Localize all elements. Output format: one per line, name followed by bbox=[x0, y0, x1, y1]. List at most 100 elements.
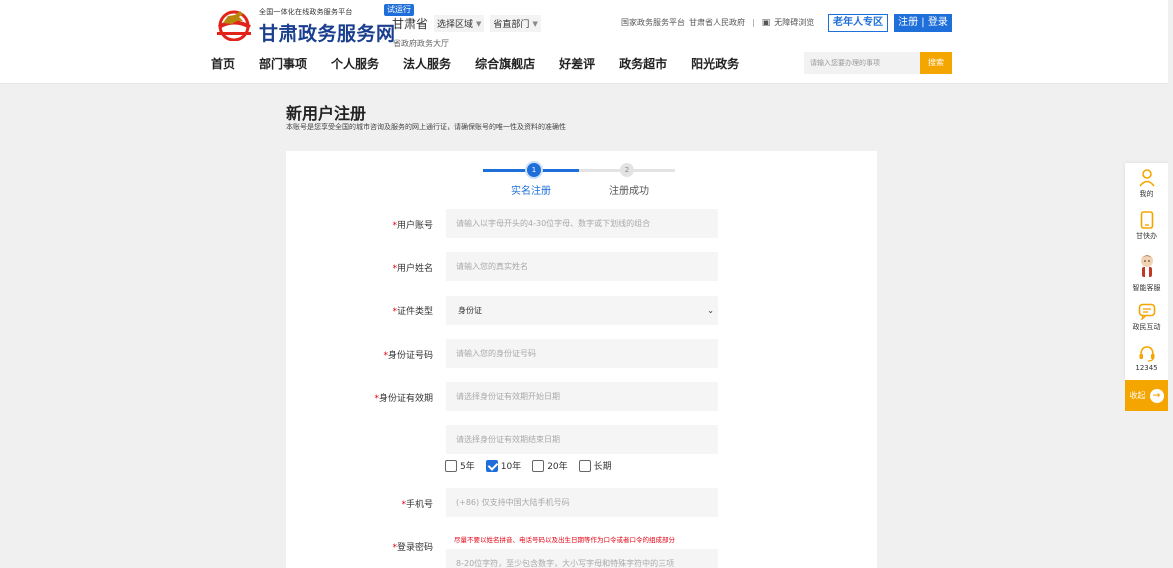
sidebar-item-hotline[interactable]: 12345 bbox=[1125, 345, 1168, 372]
password-input[interactable] bbox=[446, 549, 718, 568]
accessibility-link[interactable]: 无障碍浏览 bbox=[774, 17, 814, 28]
sidebar-item-mine[interactable]: 我的 bbox=[1125, 169, 1168, 199]
sidebar-item-label: 我的 bbox=[1139, 190, 1154, 198]
validity-option-5y[interactable]: 5年 bbox=[445, 459, 475, 472]
nav-sunshine-gov[interactable]: 阳光政务 bbox=[691, 55, 739, 72]
region-selector: 甘肃省 选择区域 ▼ 省直部门 ▼ bbox=[392, 15, 541, 32]
nav-gov-market[interactable]: 政务超市 bbox=[619, 55, 667, 72]
validity-option-label: 10年 bbox=[500, 462, 522, 472]
step-2-label: 注册成功 bbox=[609, 186, 649, 197]
department-dropdown-label: 省直部门 bbox=[493, 20, 530, 30]
page-subtitle: 本账号是您享受全国的城市咨询及服务的网上通行证，请确保账号的唯一性及资料的准确性 bbox=[286, 123, 566, 131]
province-label: 甘肃省 bbox=[392, 17, 429, 31]
validity-start-input[interactable] bbox=[446, 382, 718, 411]
checkbox[interactable] bbox=[532, 459, 545, 472]
search-input[interactable] bbox=[804, 52, 920, 74]
national-platform-link[interactable]: 国家政务服务平台 bbox=[621, 17, 685, 28]
search-button[interactable]: 搜索 bbox=[920, 52, 952, 74]
id-type-select[interactable]: 身份证 ⌄ bbox=[446, 296, 718, 325]
elder-zone-button[interactable]: 老年人专区 bbox=[828, 14, 888, 32]
department-dropdown[interactable]: 省直部门 ▼ bbox=[490, 15, 541, 32]
nav-department-matters[interactable]: 部门事项 bbox=[259, 55, 307, 72]
password-label: *登录密码 bbox=[286, 540, 433, 553]
nav-flagship-store[interactable]: 综合旗舰店 bbox=[475, 55, 535, 72]
account-label: *用户账号 bbox=[286, 218, 433, 231]
sidebar-item-smart-service[interactable]: 智能客服 bbox=[1125, 253, 1168, 293]
page-scrollbar[interactable] bbox=[1168, 0, 1173, 568]
validity-option-permanent[interactable]: 长期 bbox=[578, 459, 612, 472]
site-header: 全国一体化在线政务服务平台 甘肃政务服务网 试运行 甘肃省 选择区域 ▼ 省直部… bbox=[0, 0, 1173, 84]
gansu-government-link[interactable]: 甘肃省人民政府 bbox=[689, 17, 745, 28]
validity-options: 5年 10年 20年 长期 bbox=[445, 459, 623, 472]
account-label-text: 用户账号 bbox=[396, 221, 433, 231]
nav-feedback[interactable]: 好差评 bbox=[559, 55, 595, 72]
collapse-label: 收起 bbox=[1129, 391, 1146, 400]
floating-toolbar: 我的 甘快办 智能客服 政民互动 12345 bbox=[1125, 163, 1168, 380]
registration-form: 1 2 实名注册 注册成功 *用户账号 *用户姓名 *证件类型 身份证 ⌄ *身… bbox=[286, 151, 877, 568]
validity-label-text: 身份证有效期 bbox=[378, 394, 433, 404]
validity-option-label: 长期 bbox=[593, 462, 612, 472]
id-number-input[interactable] bbox=[446, 339, 718, 368]
chevron-down-icon: ⌄ bbox=[707, 306, 714, 315]
user-icon bbox=[1138, 169, 1155, 187]
validity-option-10y[interactable]: 10年 bbox=[485, 459, 522, 472]
register-login-button[interactable]: 注册 | 登录 bbox=[894, 14, 952, 32]
validity-end-input[interactable] bbox=[446, 425, 718, 454]
message-icon bbox=[1138, 303, 1155, 320]
checkbox[interactable] bbox=[578, 459, 591, 472]
step-2-circle: 2 bbox=[620, 163, 634, 177]
sidebar-item-label: 12345 bbox=[1135, 364, 1158, 372]
region-dropdown-label: 选择区域 bbox=[437, 20, 474, 30]
name-label-text: 用户姓名 bbox=[396, 264, 433, 274]
validity-option-20y[interactable]: 20年 bbox=[532, 459, 568, 472]
sidebar-item-label: 甘快办 bbox=[1136, 232, 1157, 240]
logo-slogan: 全国一体化在线政务服务平台 bbox=[259, 8, 353, 16]
collapse-toolbar-button[interactable]: 收起 → bbox=[1125, 380, 1168, 411]
validity-label: *身份证有效期 bbox=[286, 391, 433, 404]
sidebar-item-interaction[interactable]: 政民互动 bbox=[1125, 303, 1168, 332]
phone-label: *手机号 bbox=[286, 497, 433, 510]
government-hall-link[interactable]: 省政府政务大厅 bbox=[393, 38, 449, 49]
phone-label-text: 手机号 bbox=[405, 500, 433, 510]
divider: | bbox=[752, 18, 755, 27]
step-1-circle: 1 bbox=[527, 163, 541, 177]
phone-input[interactable] bbox=[446, 488, 718, 517]
mobile-phone-icon bbox=[1140, 211, 1153, 229]
validity-option-label: 20年 bbox=[547, 462, 568, 472]
password-hint: 尽量不要以姓名拼音、电话号码以及出生日期等作为口令或者口令的组成部分 bbox=[454, 536, 675, 544]
checkbox-checked[interactable] bbox=[485, 459, 498, 472]
password-label-text: 登录密码 bbox=[396, 543, 433, 553]
account-input[interactable] bbox=[446, 209, 718, 238]
page-title: 新用户注册 bbox=[286, 104, 367, 123]
id-type-label: *证件类型 bbox=[286, 304, 433, 317]
nav-home[interactable]: 首页 bbox=[211, 55, 235, 72]
site-name: 甘肃政务服务网 bbox=[259, 23, 396, 45]
region-dropdown[interactable]: 选择区域 ▼ bbox=[434, 15, 485, 32]
nav-personal-services[interactable]: 个人服务 bbox=[331, 55, 379, 72]
real-name-input[interactable] bbox=[446, 252, 718, 281]
sidebar-item-quick-office[interactable]: 甘快办 bbox=[1125, 211, 1168, 241]
caret-down-icon: ▼ bbox=[476, 19, 482, 28]
id-number-label: *身份证号码 bbox=[286, 348, 433, 361]
id-type-label-text: 证件类型 bbox=[396, 307, 433, 317]
step-1-label: 实名注册 bbox=[511, 186, 551, 197]
main-nav: 首页 部门事项 个人服务 法人服务 综合旗舰店 好差评 政务超市 阳光政务 bbox=[211, 55, 763, 72]
horse-emblem-icon bbox=[217, 10, 251, 41]
headset-icon bbox=[1139, 346, 1154, 362]
name-label: *用户姓名 bbox=[286, 261, 433, 274]
robot-assistant-icon bbox=[1139, 255, 1154, 277]
step-indicator: 1 2 实名注册 注册成功 bbox=[483, 162, 683, 198]
nav-corporate-services[interactable]: 法人服务 bbox=[403, 55, 451, 72]
accessibility-icon: ▣ bbox=[761, 17, 771, 28]
site-logo[interactable]: 全国一体化在线政务服务平台 甘肃政务服务网 bbox=[213, 4, 395, 45]
sidebar-item-label: 政民互动 bbox=[1132, 323, 1161, 331]
search-box: 搜索 bbox=[804, 52, 952, 74]
arrow-right-icon: → bbox=[1149, 388, 1164, 403]
top-links: 国家政务服务平台 甘肃省人民政府 | ▣ 无障碍浏览 bbox=[621, 17, 814, 28]
id-number-label-text: 身份证号码 bbox=[387, 351, 433, 361]
caret-down-icon: ▼ bbox=[532, 19, 538, 28]
id-type-value: 身份证 bbox=[458, 306, 482, 315]
sidebar-item-label: 智能客服 bbox=[1132, 284, 1161, 292]
validity-option-label: 5年 bbox=[460, 462, 475, 472]
checkbox[interactable] bbox=[445, 459, 457, 472]
